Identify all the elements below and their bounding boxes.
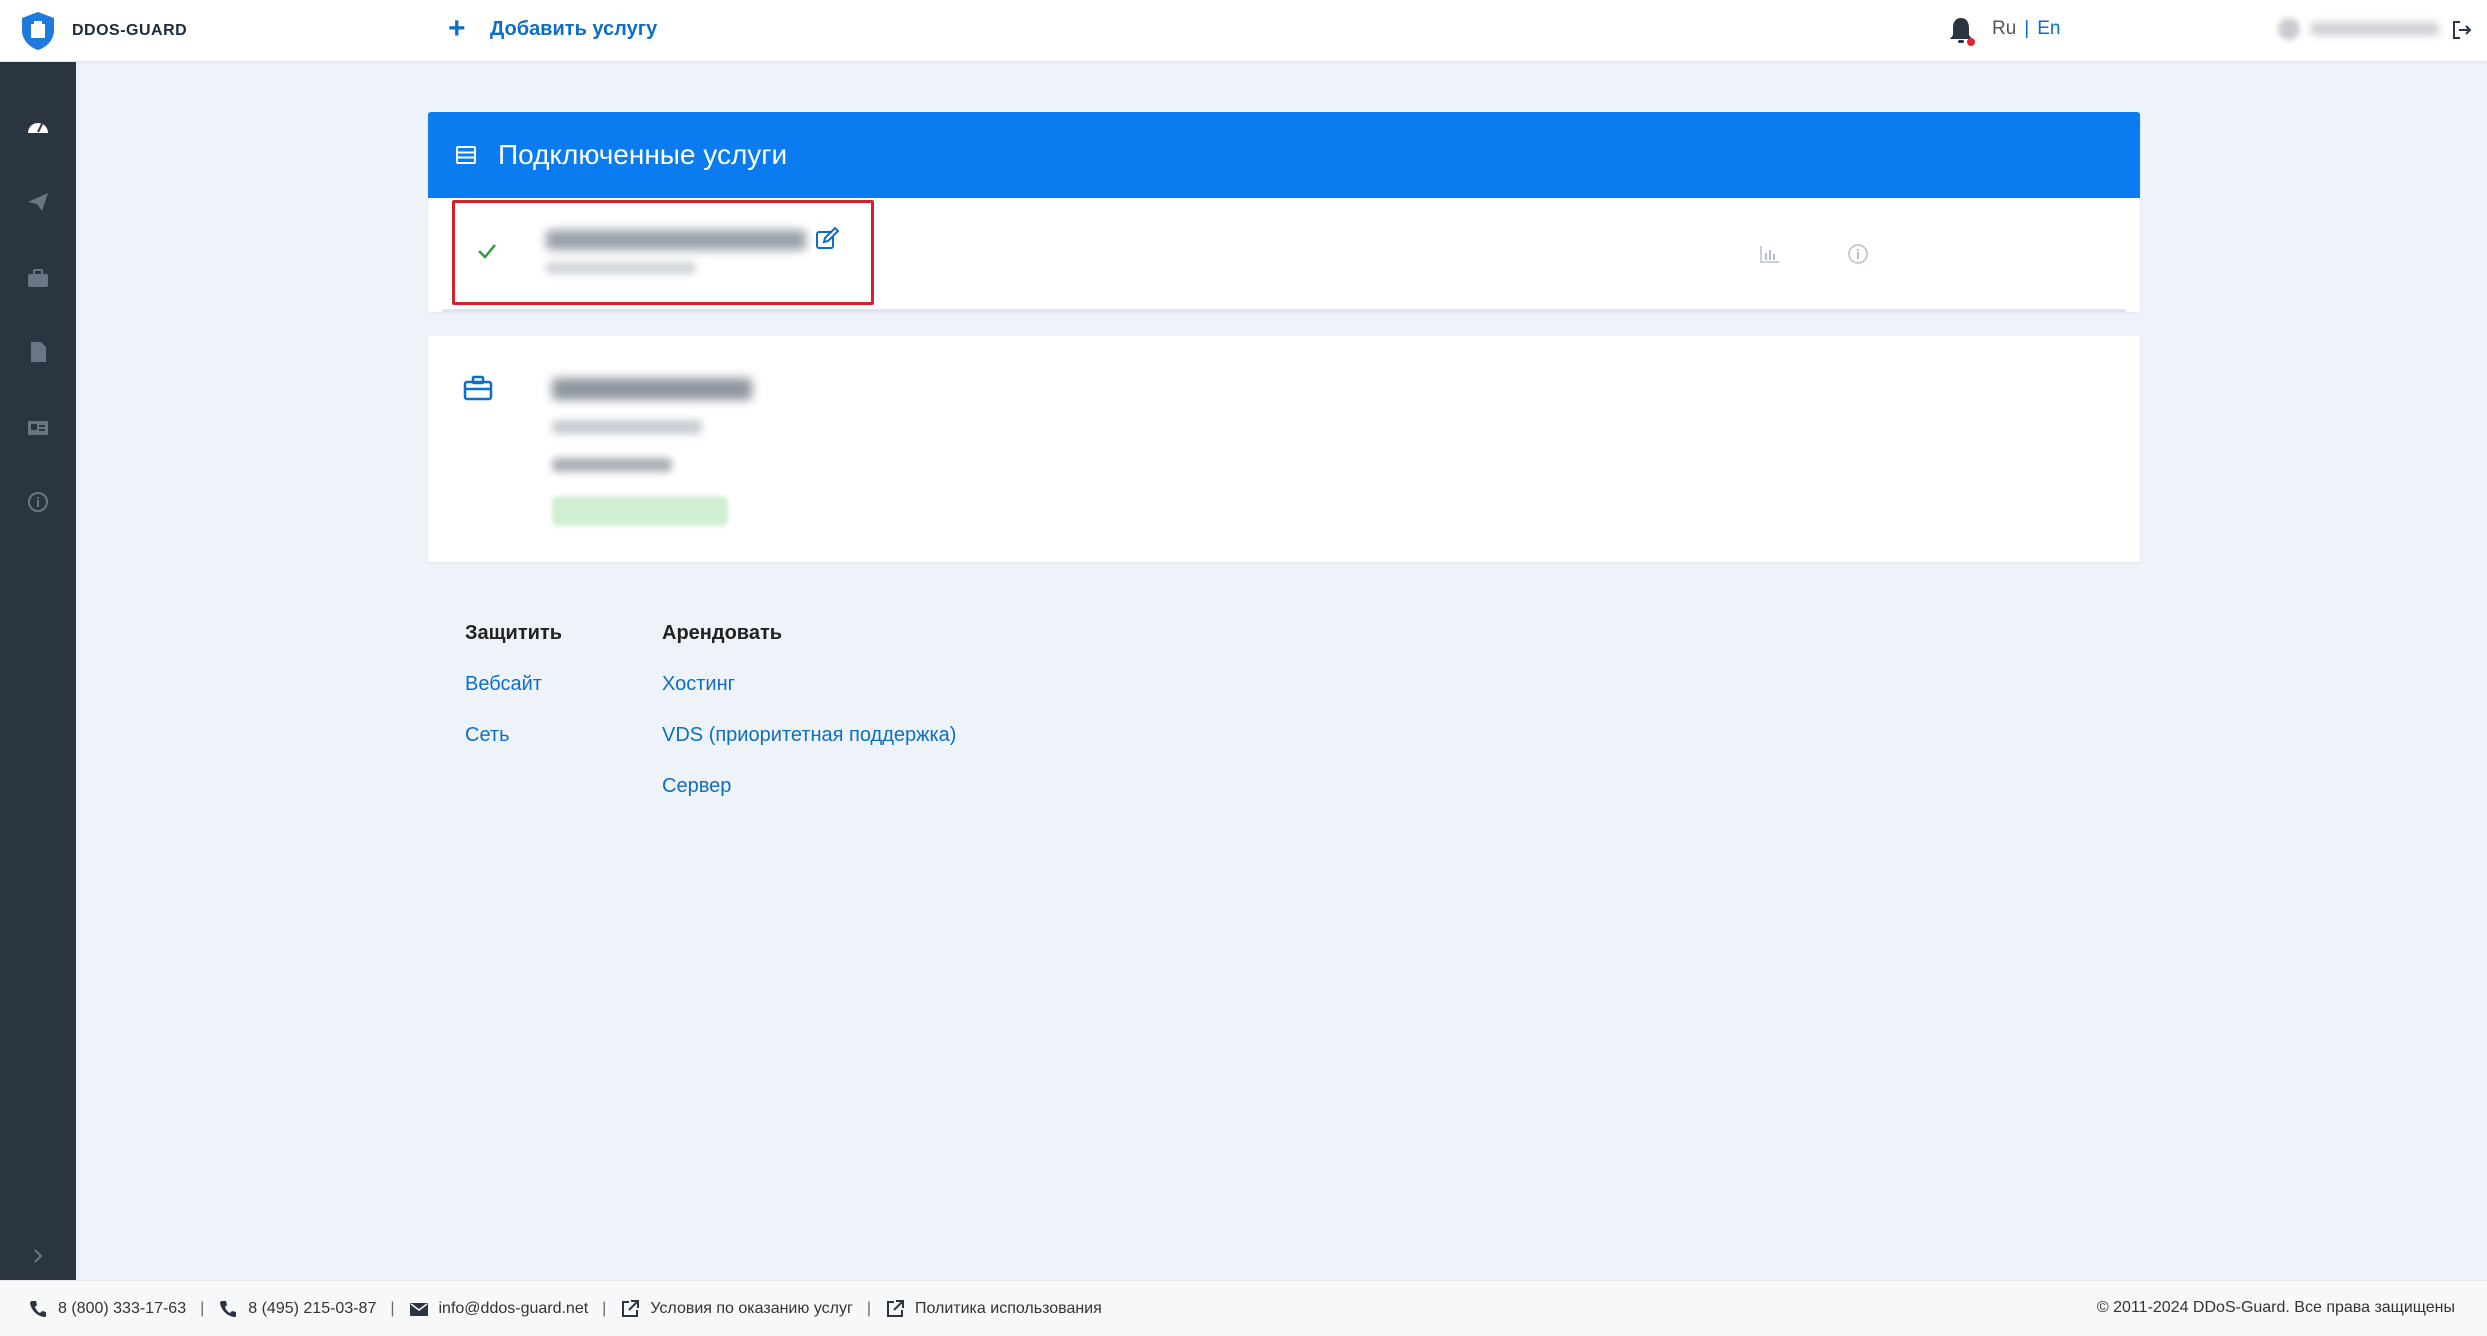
sidebar-item-services[interactable] — [22, 262, 54, 294]
user-menu[interactable] — [2278, 18, 2440, 40]
company-detail-redacted — [552, 420, 702, 434]
lang-en[interactable]: En — [2037, 18, 2060, 39]
logout-icon[interactable] — [2450, 18, 2474, 42]
separator: | — [200, 1299, 205, 1317]
add-service-button[interactable]: + Добавить услугу — [448, 14, 657, 44]
id-card-icon — [28, 421, 48, 435]
top-header: DDOS-GUARD + Добавить услугу Ru | En — [0, 0, 2487, 62]
rent-column: Арендовать Хостинг VDS (приоритетная под… — [662, 622, 956, 826]
status-badge-redacted — [552, 496, 728, 526]
external-link-icon — [622, 1299, 640, 1317]
service-links: Защитить Вебсайт Сеть Арендовать Хостинг… — [465, 622, 1056, 826]
chevron-right-icon[interactable] — [22, 1240, 54, 1272]
separator: | — [390, 1299, 395, 1317]
info-icon[interactable] — [1846, 242, 1870, 266]
dashboard-icon — [28, 123, 48, 133]
link-hosting[interactable]: Хостинг — [662, 673, 956, 696]
envelope-icon — [409, 1302, 428, 1316]
separator: | — [602, 1299, 607, 1317]
briefcase-icon — [28, 269, 48, 287]
policy-link[interactable]: Политика использования — [885, 1299, 1102, 1319]
card-title: Подключенные услуги — [498, 139, 788, 170]
company-detail-redacted — [552, 458, 672, 472]
send-icon — [28, 193, 48, 211]
policy-text: Политика использования — [914, 1299, 1102, 1317]
info-icon — [28, 492, 48, 512]
bar-chart-icon[interactable] — [1758, 242, 1782, 266]
sidebar-item-send[interactable] — [22, 186, 54, 218]
sidebar-item-profile[interactable] — [22, 412, 54, 444]
phone-2-text: 8 (495) 215-03-87 — [248, 1299, 377, 1317]
company-card — [428, 336, 2140, 562]
terms-link[interactable]: Условия по оказанию услуг — [620, 1299, 853, 1319]
sidebar — [0, 62, 76, 1280]
phone-icon — [220, 1300, 237, 1317]
logo-text: DDOS-GUARD — [72, 22, 188, 39]
lang-separator: | — [2024, 18, 2030, 39]
notification-bell-icon[interactable] — [1946, 14, 1976, 48]
user-name-redacted — [2310, 22, 2440, 36]
lang-ru[interactable]: Ru — [1992, 18, 2016, 39]
shield-logo-icon — [22, 12, 54, 50]
copyright: © 2011-2024 DDoS-Guard. Все права защище… — [2096, 1299, 2455, 1316]
avatar — [2278, 18, 2300, 40]
plus-icon: + — [448, 12, 466, 45]
logo[interactable]: DDOS-GUARD — [18, 10, 187, 52]
briefcase-icon — [463, 375, 493, 401]
add-service-label: Добавить услугу — [490, 17, 658, 40]
phone-2[interactable]: 8 (495) 215-03-87 — [218, 1299, 376, 1319]
separator: | — [866, 1299, 871, 1317]
highlight-box — [452, 200, 874, 305]
email[interactable]: info@ddos-guard.net — [409, 1299, 589, 1319]
document-icon — [31, 342, 46, 362]
sidebar-item-info[interactable] — [22, 486, 54, 518]
protect-column: Защитить Вебсайт Сеть — [465, 622, 562, 826]
external-link-icon — [886, 1299, 904, 1317]
link-vds[interactable]: VDS (приоритетная поддержка) — [662, 724, 956, 747]
sidebar-item-documents[interactable] — [22, 336, 54, 368]
footer: 8 (800) 333-17-63 | 8 (495) 215-03-87 | … — [0, 1280, 2487, 1336]
link-network[interactable]: Сеть — [465, 724, 562, 747]
rent-heading: Арендовать — [662, 622, 783, 644]
link-website[interactable]: Вебсайт — [465, 673, 562, 696]
card-header: Подключенные услуги — [428, 112, 2140, 198]
server-list-icon — [456, 146, 476, 164]
terms-text: Условия по оказанию услуг — [650, 1299, 853, 1317]
company-name-redacted — [552, 378, 752, 400]
phone-1-text: 8 (800) 333-17-63 — [58, 1299, 187, 1317]
link-server[interactable]: Сервер — [662, 775, 956, 798]
phone-icon — [30, 1300, 46, 1317]
email-text: info@ddos-guard.net — [438, 1299, 589, 1317]
protect-heading: Защитить — [465, 622, 563, 644]
phone-1[interactable]: 8 (800) 333-17-63 — [28, 1299, 186, 1319]
language-switcher: Ru | En — [1992, 18, 2060, 40]
sidebar-item-dashboard[interactable] — [22, 112, 54, 144]
